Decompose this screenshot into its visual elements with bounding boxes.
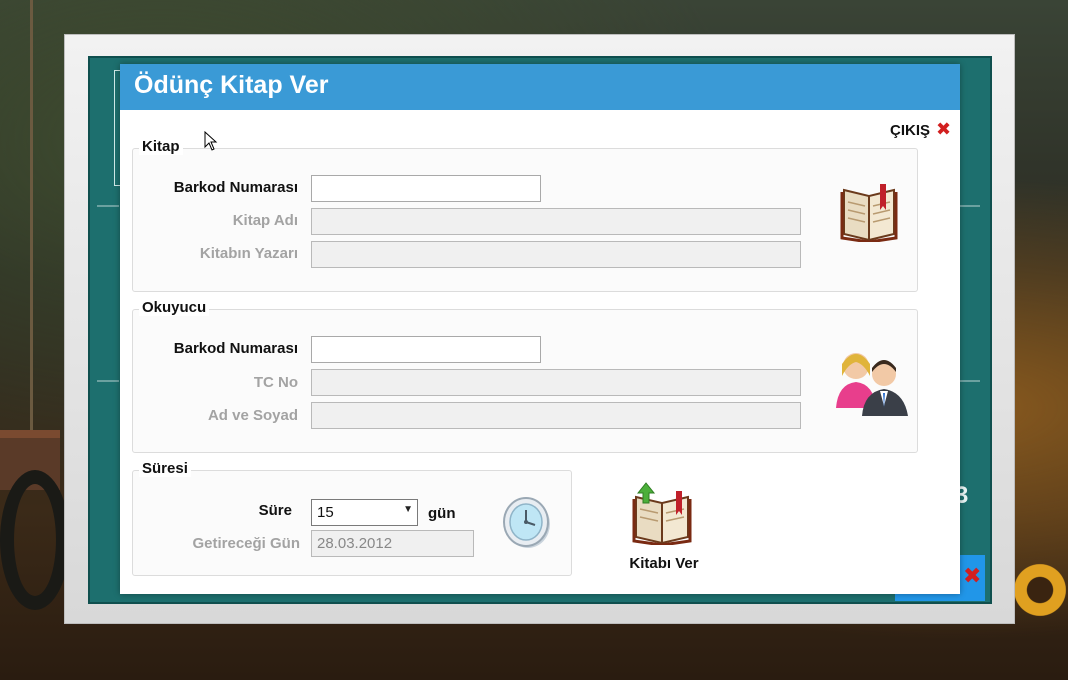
- panel-divider: [960, 380, 980, 382]
- open-book-icon: [840, 180, 898, 246]
- book-author-field: [311, 241, 801, 268]
- duration-unit-label: gün: [428, 505, 456, 522]
- background-sunflower: [1010, 560, 1068, 620]
- dropdown-arrow-icon[interactable]: ▼: [403, 504, 413, 515]
- reader-tc-label: TC No: [253, 374, 298, 391]
- reader-name-label: Ad ve Soyad: [207, 407, 298, 424]
- duration-select-value: 15: [317, 504, 334, 521]
- panel-divider: [960, 205, 980, 207]
- panel-divider: [97, 205, 119, 207]
- users-icon: [834, 346, 914, 422]
- reader-group-title: Okuyucu: [139, 299, 210, 316]
- reader-barcode-input[interactable]: [311, 336, 541, 363]
- background-tire-swing: [0, 470, 70, 610]
- panel-close-icon[interactable]: ✖: [963, 566, 981, 588]
- lend-book-dialog: Ödünç Kitap Ver ÇIKIŞ ✖ Kitap Barkod Num…: [120, 64, 960, 594]
- book-name-field: [311, 208, 801, 235]
- book-barcode-label: Barkod Numarası: [173, 179, 298, 196]
- duration-select[interactable]: 15 ▼: [311, 499, 418, 526]
- reader-tc-field: [311, 369, 801, 396]
- background-rope: [30, 0, 33, 480]
- close-x-icon: ✖: [936, 119, 952, 140]
- return-date-field: [311, 530, 474, 557]
- book-name-label: Kitap Adı: [232, 212, 298, 229]
- give-book-label: Kitabı Ver: [629, 555, 699, 572]
- reader-name-field: [311, 402, 801, 429]
- duration-label: Süre: [258, 502, 292, 519]
- clock-icon: [500, 494, 552, 554]
- exit-button[interactable]: ÇIKIŞ ✖: [890, 119, 951, 141]
- reader-barcode-label: Barkod Numarası: [173, 340, 298, 357]
- book-group-title: Kitap: [139, 138, 183, 155]
- dialog-title: Ödünç Kitap Ver: [134, 71, 329, 99]
- exit-label: ÇIKIŞ: [890, 121, 931, 139]
- panel-divider: [97, 380, 119, 382]
- dialog-title-bar: Ödünç Kitap Ver: [120, 64, 960, 110]
- book-barcode-input[interactable]: [311, 175, 541, 202]
- give-book-icon: [630, 481, 694, 549]
- duration-group-title: Süresi: [139, 460, 191, 477]
- return-date-label: Getireceği Gün: [192, 535, 300, 552]
- book-author-label: Kitabın Yazarı: [199, 245, 298, 262]
- give-book-button[interactable]: Kitabı Ver: [614, 479, 714, 579]
- mouse-cursor-icon: [204, 130, 218, 155]
